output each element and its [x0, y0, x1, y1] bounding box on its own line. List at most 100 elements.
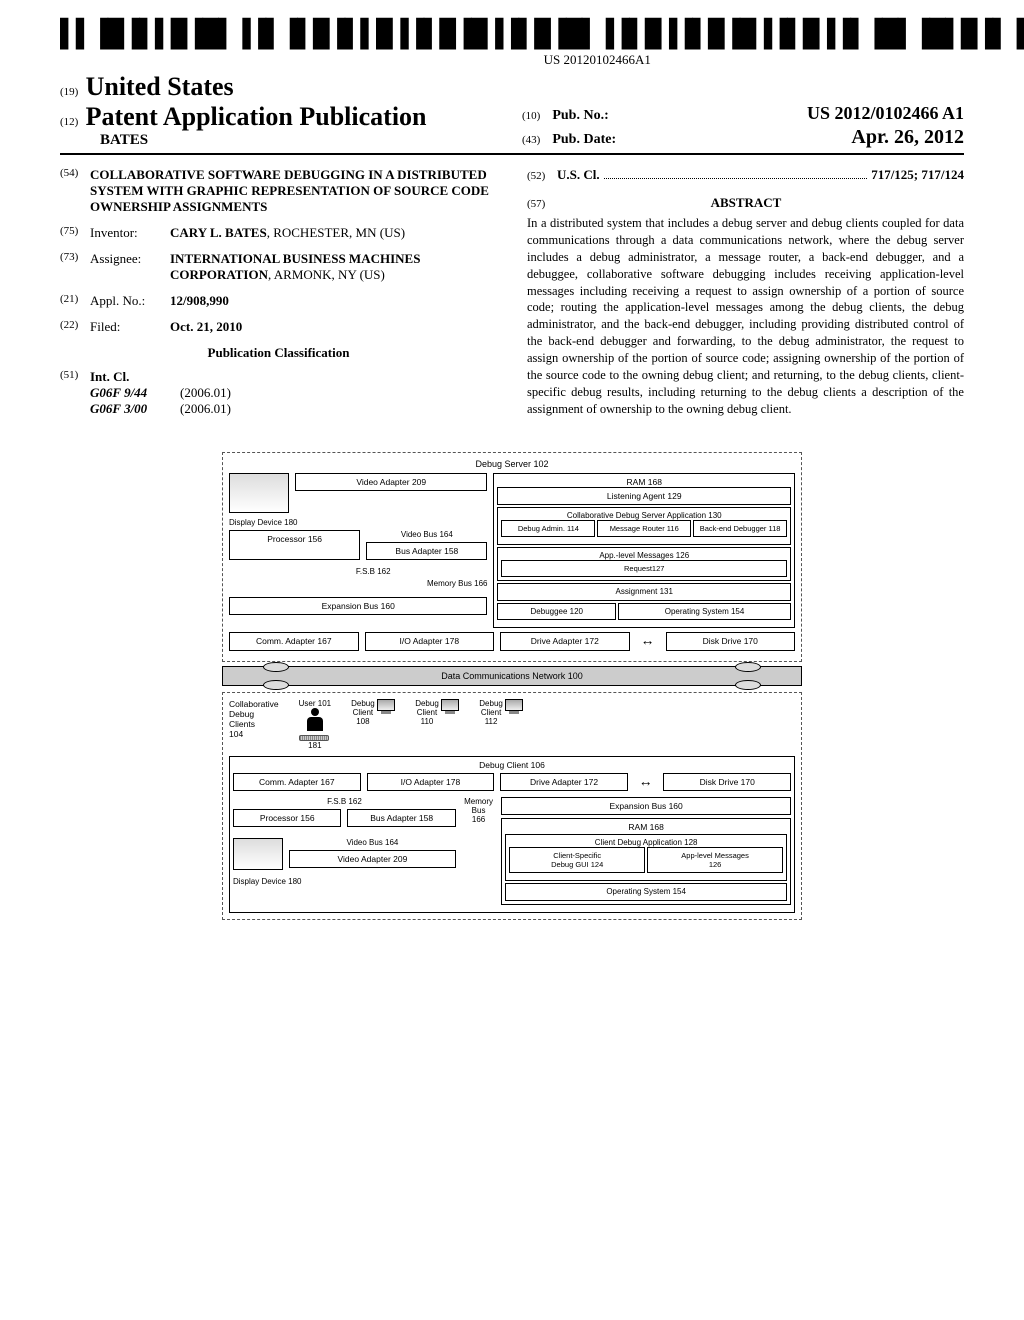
publication-type: Patent Application Publication [86, 102, 427, 131]
int-cl-1-ver: (2006.01) [180, 385, 231, 401]
appl-label: Appl. No.: [90, 293, 170, 309]
user-label: User 101 [299, 699, 331, 708]
user-icon [303, 708, 327, 731]
os-box: Operating System 154 [618, 603, 791, 621]
app-msgs-box: App.-level Messages 126 Request127 [497, 547, 791, 581]
code-10: (10) [522, 110, 540, 122]
client-app-box: Client Debug Application 128 Client-Spec… [505, 834, 787, 881]
figure-area: Debug Server 102 Video Adapter 209 Displ… [60, 452, 964, 924]
monitor-icon [505, 699, 523, 714]
barcode-region: ▌▌▐█▐▌▌█▐█▌▐▐▌▐▌█▐▌▌█▐▐▌█▐█▐▐▌█▐█▌▐▐▌█▐▐… [60, 20, 964, 68]
debuggee-box: Debuggee 120 [497, 603, 616, 621]
barcode-bars: ▌▌▐█▐▌▌█▐█▌▐▐▌▐▌█▐▌▌█▐▐▌█▐█▐▐▌█▐█▌▐▐▌█▐▐… [60, 20, 1024, 50]
code-54: (54) [60, 167, 90, 215]
debug-admin-box: Debug Admin. 114 [501, 520, 595, 537]
memory-bus-label: Memory Bus 166 [229, 579, 487, 588]
processor-box-2: Processor 156 [233, 809, 341, 827]
io-adapter-box-2: I/O Adapter 178 [367, 773, 495, 791]
ram-box-2: RAM 168 Client Debug Application 128 Cli… [501, 818, 791, 905]
assignee-value: INTERNATIONAL BUSINESS MACHINES CORPORAT… [170, 251, 497, 283]
inventor-label: Inventor: [90, 225, 170, 241]
display-device-label: Display Device 180 [229, 518, 487, 527]
pub-date-label: Pub. Date: [552, 132, 616, 148]
dotted-leader [604, 169, 868, 179]
left-column: (54) COLLABORATIVE SOFTWARE DEBUGGING IN… [60, 167, 497, 427]
code-73: (73) [60, 251, 90, 283]
backend-box: Back-end Debugger 118 [693, 520, 787, 537]
display-device-box [229, 473, 289, 513]
expansion-bus-box-2: Expansion Bus 160 [501, 797, 791, 815]
monitor-icon [377, 699, 395, 714]
comm-adapter-box-2: Comm. Adapter 167 [233, 773, 361, 791]
filed-date: Oct. 21, 2010 [170, 319, 497, 335]
request-box: Request127 [501, 560, 787, 577]
barcode-text: US 20120102466A1 [60, 52, 1024, 68]
country: United States [86, 72, 234, 101]
biblio-columns: (54) COLLABORATIVE SOFTWARE DEBUGGING IN… [60, 167, 964, 427]
code-75: (75) [60, 225, 90, 241]
system-diagram: Debug Server 102 Video Adapter 209 Displ… [222, 452, 802, 924]
code-43: (43) [522, 134, 540, 146]
code-21: (21) [60, 293, 90, 309]
code-12: (12) [60, 116, 78, 128]
msg-router-box: Message Router 116 [597, 520, 691, 537]
fsb-label-2: F.S.B 162 [233, 797, 456, 806]
display-device-label-2: Display Device 180 [233, 877, 456, 886]
abstract-text: In a distributed system that includes a … [527, 215, 964, 418]
n181-label: 181 [299, 741, 331, 750]
invention-title: COLLABORATIVE SOFTWARE DEBUGGING IN A DI… [90, 167, 497, 215]
comm-adapter-box: Comm. Adapter 167 [229, 632, 359, 650]
int-cl-1: G06F 9/44 [90, 385, 180, 401]
us-cl-label: U.S. Cl. [557, 167, 600, 183]
header: (19) United States (12) Patent Applicati… [60, 72, 964, 155]
pub-date: Apr. 26, 2012 [851, 126, 964, 149]
barcode: ▌▌▐█▐▌▌█▐█▌▐▐▌▐▌█▐▌▌█▐▐▌█▐█▐▐▌█▐█▌▐▐▌█▐▐… [60, 20, 1024, 68]
code-57: (57) [527, 198, 557, 210]
video-bus-label: Video Bus 164 [366, 530, 487, 539]
code-52: (52) [527, 170, 557, 182]
assignee-label: Assignee: [90, 251, 170, 283]
us-cl-value: 717/125; 717/124 [871, 167, 964, 183]
ram-box: RAM 168 Listening Agent 129 Collaborativ… [493, 473, 795, 628]
pub-no: US 2012/0102466 A1 [807, 103, 964, 124]
collab-clients-label: Collaborative Debug Clients 104 [229, 699, 279, 739]
expansion-bus-box: Expansion Bus 160 [229, 597, 487, 615]
video-bus-label-2: Video Bus 164 [289, 838, 456, 847]
client-msgs-box: App-level Messages 126 [647, 847, 783, 873]
collab-app-box: Collaborative Debug Server Application 1… [497, 507, 791, 545]
int-cl-2-ver: (2006.01) [180, 401, 231, 417]
listening-agent-box: Listening Agent 129 [497, 487, 791, 505]
clients-section: Collaborative Debug Clients 104 User 101… [222, 692, 802, 920]
int-cl-2: G06F 3/00 [90, 401, 180, 417]
debug-server-label: Debug Server 102 [229, 459, 795, 469]
disk-drive-box-2: Disk Drive 170 [663, 773, 791, 791]
inventor-value: CARY L. BATES, ROCHESTER, MN (US) [170, 225, 497, 241]
author-name: BATES [60, 132, 502, 149]
drive-adapter-box-2: Drive Adapter 172 [500, 773, 628, 791]
filed-label: Filed: [90, 319, 170, 335]
memory-bus-label-2: Memory Bus 166 [462, 797, 495, 905]
code-19: (19) [60, 86, 78, 98]
disk-drive-box: Disk Drive 170 [666, 632, 796, 650]
video-adapter-box: Video Adapter 209 [295, 473, 487, 491]
bus-adapter-box: Bus Adapter 158 [366, 542, 487, 560]
assignment-box: Assignment 131 [497, 583, 791, 601]
int-cl-label: Int. Cl. [90, 369, 497, 385]
debug-server-section: Debug Server 102 Video Adapter 209 Displ… [222, 452, 802, 662]
processor-box: Processor 156 [229, 530, 360, 560]
client-gui-box: Client-Specific Debug GUI 124 [509, 847, 645, 873]
dc112-label: Debug Client 112 [479, 699, 503, 726]
fsb-label: F.S.B 162 [259, 567, 487, 576]
dc110-label: Debug Client 110 [415, 699, 439, 726]
display-device-box-2 [233, 838, 283, 870]
network-bar: Data Communications Network 100 [222, 666, 802, 686]
code-22: (22) [60, 319, 90, 335]
video-adapter-box-2: Video Adapter 209 [289, 850, 456, 868]
code-51: (51) [60, 369, 90, 417]
appl-no: 12/908,990 [170, 293, 497, 309]
right-column: (52) U.S. Cl. 717/125; 717/124 (57) ABST… [527, 167, 964, 427]
os-box-2: Operating System 154 [505, 883, 787, 901]
pub-class-header: Publication Classification [60, 345, 497, 361]
pub-no-label: Pub. No.: [552, 108, 608, 124]
abstract-label: ABSTRACT [560, 195, 931, 211]
